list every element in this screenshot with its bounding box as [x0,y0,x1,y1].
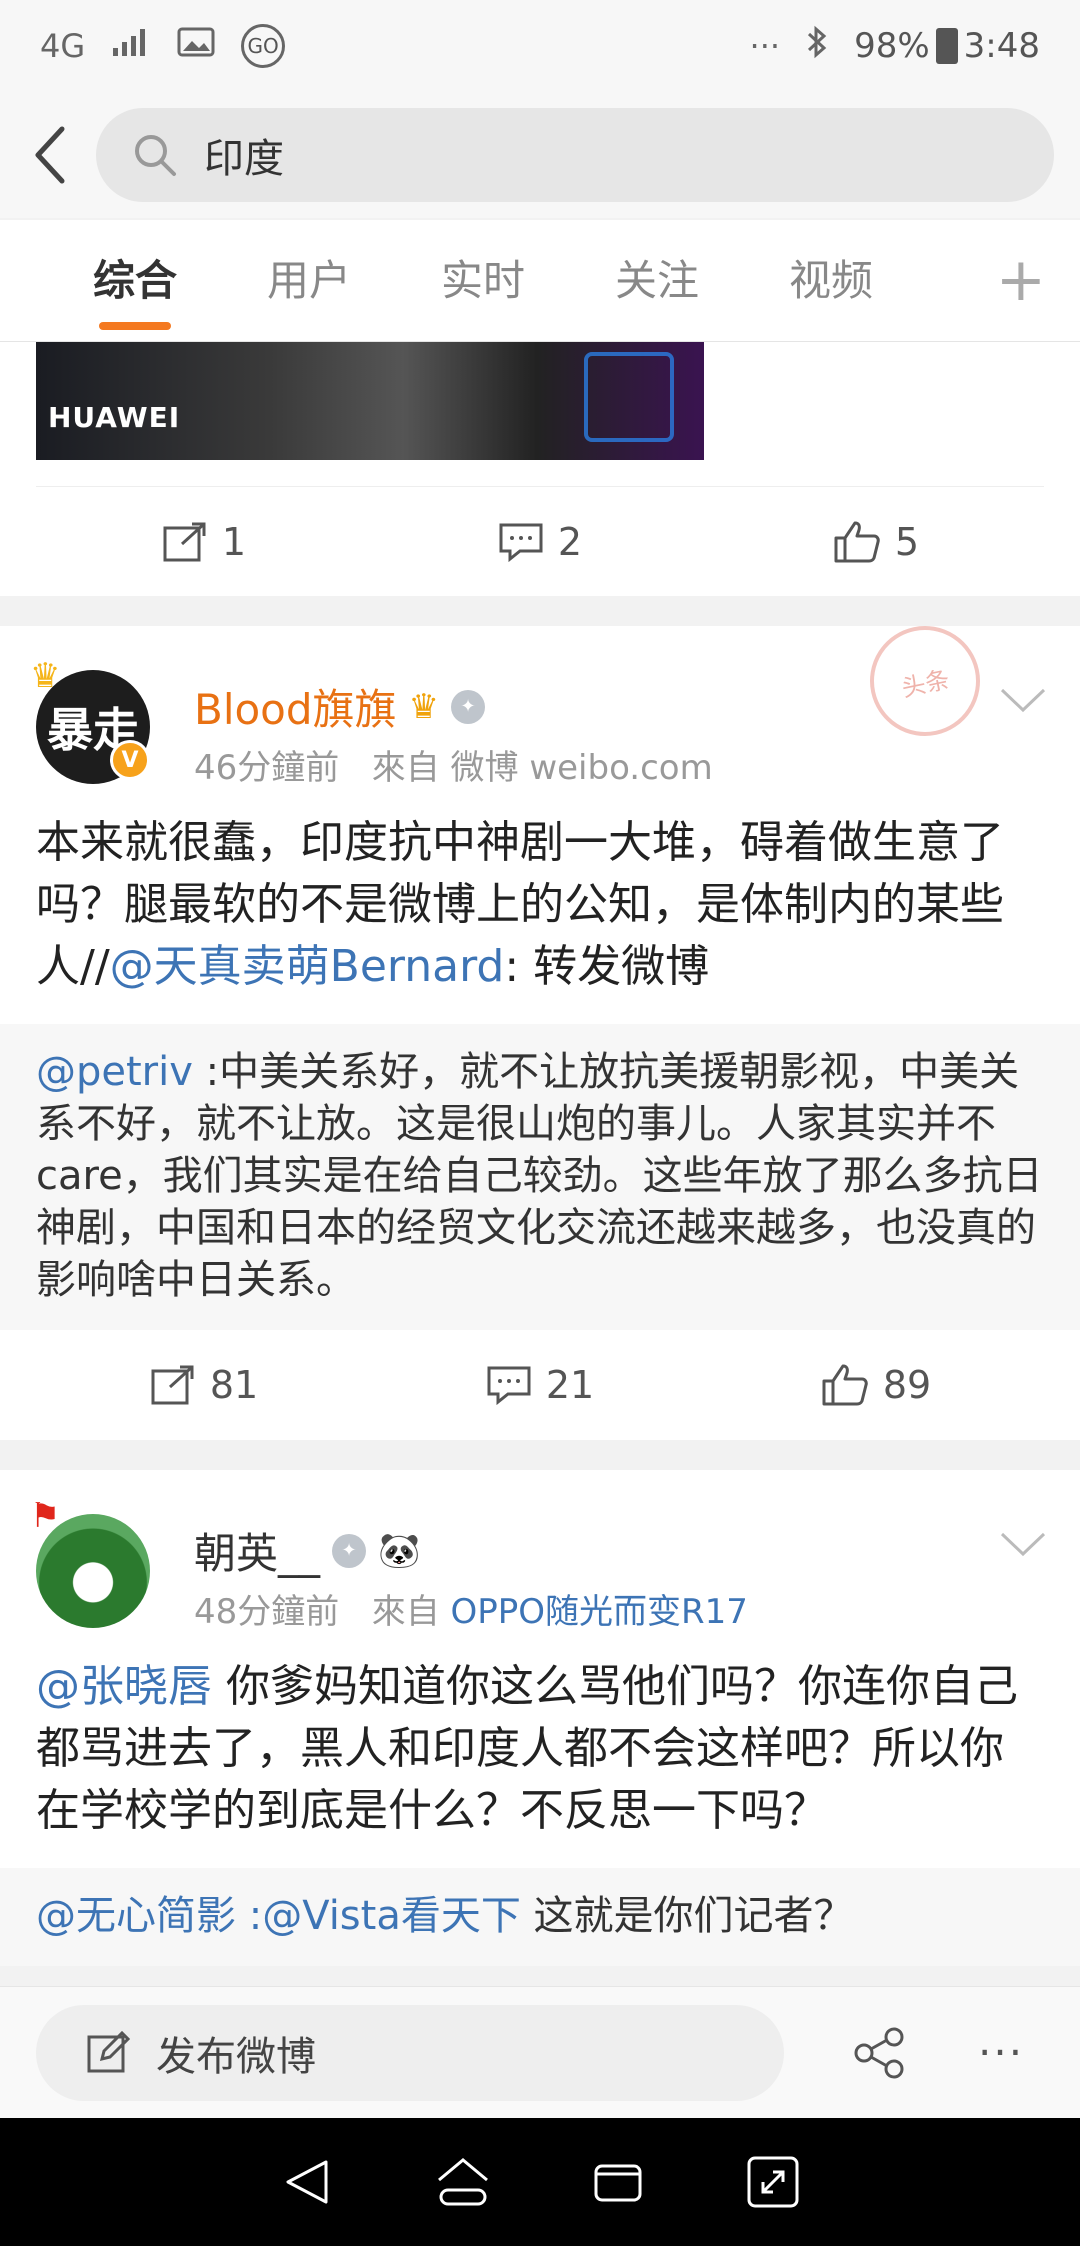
back-arrow-icon[interactable] [20,115,80,195]
comment-count: 2 [557,519,583,564]
nav-expand-icon[interactable] [743,2152,803,2212]
headline-stamp: 头条 [859,615,991,747]
chevron-down-icon[interactable] [998,686,1048,716]
post-actions: 81 21 89 [36,1330,1044,1440]
repost-count: 81 [209,1363,259,1407]
thumbs-up-icon [834,521,880,562]
nav-recents-icon[interactable] [588,2152,648,2212]
post-header: 头条 ♛ 暴走 V Blood旗旗 ♛ ✦ 46分鐘前 來自 微博 weibo.… [0,615,1080,802]
comment-button[interactable]: 2 [372,520,708,564]
battery-icon [935,28,958,64]
tab-users[interactable]: 用户 [222,220,396,342]
search-query: 印度 [204,136,284,182]
search-input[interactable]: 印度 [96,108,1054,202]
bottom-bar: 发布微博 ··· [0,1986,1080,2118]
tab-bar: 综合 用户 实时 关注 视频 + [0,220,1080,342]
post-source: 微博 weibo.com [450,748,713,788]
post-source[interactable]: OPPO随光而变R17 [451,1592,748,1632]
medal-icon: ✦ [332,1533,367,1568]
battery-percent: 98% [854,26,930,66]
post-meta: 46分鐘前 來自 微博 weibo.com [194,740,713,789]
medal-icon: ✦ [451,689,486,724]
vip-crown-icon: ♛ [408,686,440,727]
more-status-icon: ··· [749,27,781,65]
mention-link[interactable]: @天真卖萌Bernard [110,941,505,992]
quote-mention-link[interactable]: @无心简影 [36,1893,236,1939]
repost-button[interactable]: 1 [36,520,372,564]
quoted-post[interactable]: @petriv :中美关系好，就不让放抗美援朝影视，中美关系不好，就不让放。这是… [0,1024,1080,1330]
tab-comprehensive[interactable]: 综合 [48,220,222,342]
tab-realtime[interactable]: 实时 [396,220,570,342]
thumbs-up-icon [822,1364,868,1406]
add-tab-button[interactable]: + [996,250,1046,310]
comment-icon [487,1366,531,1405]
compose-button[interactable]: 发布微博 [36,2004,784,2101]
comment-button[interactable]: 21 [372,1363,708,1407]
repost-count: 1 [221,519,247,564]
nav-home-icon[interactable] [433,2152,493,2212]
status-bar: 4G GO ··· 98% 3:48 [0,0,1080,92]
network-type: 4G [40,27,86,65]
quoted-post[interactable]: @无心简影 :@Vista看天下 这就是你们记者？ [0,1868,1080,1966]
avatar[interactable] [36,1514,150,1628]
go-icon: GO [241,24,286,68]
from-label: 來自 [371,748,440,788]
clock: 3:48 [963,26,1040,66]
repost-icon [163,522,206,561]
quote-mention-link[interactable]: @petriv [36,1049,193,1095]
mention-link[interactable]: @张晓唇 [36,1661,212,1712]
post-time: 48分鐘前 [194,1592,340,1632]
signal-icon [111,26,151,66]
edit-icon [87,2030,130,2072]
compose-label: 发布微博 [156,2033,316,2080]
repost-button[interactable]: 81 [36,1363,372,1407]
post-time: 46分鐘前 [194,748,340,788]
quote-text: 这就是你们记者？ [520,1893,854,1939]
post-text: 本来就很蠢，印度抗中神剧一大堆，碍着做生意了吗？腿最软的不是微博上的公知，是体制… [0,802,1080,1024]
more-icon[interactable]: ··· [978,2028,1024,2077]
image-icon [177,26,215,66]
post-header: ⚑ 朝英__ ✦ 🐼 48分鐘前 來自 OPPO随光而变R17 [0,1470,1080,1646]
image-caption: HUAWEI [48,401,181,434]
username[interactable]: Blood旗旗 ♛ ✦ [194,676,486,737]
search-icon [132,132,178,178]
chevron-down-icon[interactable] [998,1530,1048,1560]
share-icon[interactable] [852,2025,908,2081]
post-actions: 1 2 5 [36,486,1044,596]
tab-following[interactable]: 关注 [570,220,744,342]
system-navbar [0,2118,1080,2246]
bluetooth-icon [806,24,828,68]
tab-video[interactable]: 视频 [744,220,918,342]
verified-badge: V [110,740,150,780]
post-image[interactable]: HUAWEI [36,342,704,460]
nav-back-icon[interactable] [278,2152,338,2212]
panda-icon: 🐼 [378,1530,421,1571]
post: 头条 ♛ 暴走 V Blood旗旗 ♛ ✦ 46分鐘前 來自 微博 weibo.… [0,615,1080,1440]
like-count: 5 [894,519,920,564]
previous-post: HUAWEI 1 2 5 [0,342,1080,596]
username[interactable]: 朝英__ ✦ 🐼 [194,1520,420,1581]
post-text-tail: : 转发微博 [504,941,710,992]
search-header: 印度 [0,92,1080,218]
post-text: @张晓唇 你爹妈知道你这么骂他们吗？你连你自己都骂进去了，黑人和印度人都不会这样… [0,1646,1080,1868]
comment-count: 21 [545,1363,595,1407]
post: ⚑ 朝英__ ✦ 🐼 48分鐘前 來自 OPPO随光而变R17 @张晓唇 你爹妈… [0,1470,1080,1966]
repost-icon [151,1365,194,1405]
feed: HUAWEI 1 2 5 头条 ♛ 暴走 V Blood旗旗 ♛ ✦ 46分鐘前… [0,342,1080,1966]
quote-mention-link[interactable]: @Vista看天下 [262,1893,521,1939]
like-button[interactable]: 5 [708,520,1044,564]
image-decoration [584,352,674,442]
like-count: 89 [882,1363,932,1407]
like-button[interactable]: 89 [708,1363,1044,1407]
comment-icon [499,523,543,562]
quote-separator: : [236,1893,263,1939]
username-text: Blood旗旗 [194,685,397,734]
from-label: 來自 [371,1592,440,1632]
post-meta: 48分鐘前 來自 OPPO随光而变R17 [194,1584,748,1633]
username-text: 朝英__ [194,1529,321,1578]
